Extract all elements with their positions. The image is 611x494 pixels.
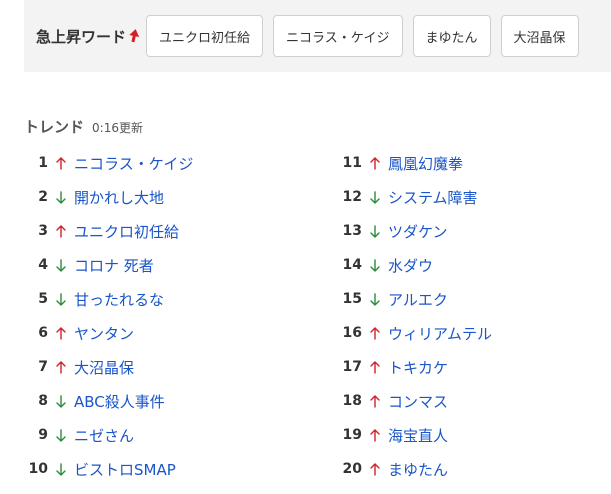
up-arrow-icon <box>362 360 388 374</box>
trend-list-item[interactable]: 3 ユニクロ初任給 <box>24 214 193 248</box>
trend-rank: 17 <box>342 359 362 375</box>
up-arrow-icon <box>362 428 388 442</box>
trend-rank: 19 <box>342 427 362 443</box>
trend-word-link[interactable]: 甘ったれるな <box>74 289 164 310</box>
trend-rank: 13 <box>342 223 362 239</box>
trend-word-link[interactable]: ヤンタン <box>74 323 134 344</box>
trend-rank: 16 <box>342 325 362 341</box>
down-arrow-icon <box>362 258 388 272</box>
trend-list-item[interactable]: 16 ウィリアムテル <box>338 316 492 350</box>
trend-list-item[interactable]: 10 ビストロSMAP <box>24 452 193 486</box>
trend-rank: 5 <box>38 291 48 307</box>
trend-list-right: 11 鳳凰幻魔拳 12 システム障害 13 ツダケン 14 水ダウ 15 アルエク 16 ウィリアムテ… <box>338 146 492 486</box>
trend-rank: 2 <box>38 189 48 205</box>
rising-words-label: 急上昇ワード <box>36 26 140 47</box>
trend-word-link[interactable]: ニコラス・ケイジ <box>74 153 193 174</box>
trend-word-link[interactable]: ウィリアムテル <box>388 323 492 344</box>
trend-rank: 14 <box>342 257 362 273</box>
trend-list-item[interactable]: 15 アルエク <box>338 282 492 316</box>
trend-list-item[interactable]: 18 コンマス <box>338 384 492 418</box>
down-arrow-icon <box>48 190 74 204</box>
down-arrow-icon <box>48 394 74 408</box>
trend-header: トレンド 0:16更新 <box>24 116 143 137</box>
trend-rank: 12 <box>342 189 362 205</box>
trend-list-item[interactable]: 6 ヤンタン <box>24 316 193 350</box>
rising-chip[interactable]: 大沼晶保 <box>500 15 579 57</box>
trend-word-link[interactable]: システム障害 <box>388 187 478 208</box>
trend-word-link[interactable]: コンマス <box>388 391 448 412</box>
trend-word-link[interactable]: 開かれし大地 <box>74 187 164 208</box>
trend-word-link[interactable]: コロナ 死者 <box>74 255 154 276</box>
trend-list-item[interactable]: 9 ニゼさん <box>24 418 193 452</box>
rising-words-chips: ユニクロ初任給 ニコラス・ケイジ まゆたん 大沼晶保 <box>146 15 589 57</box>
trend-rank: 10 <box>28 461 48 477</box>
trend-list-item[interactable]: 20 まゆたん <box>338 452 492 486</box>
trend-word-link[interactable]: アルエク <box>388 289 448 310</box>
trend-word-link[interactable]: 海宝直人 <box>388 425 448 446</box>
up-arrow-icon <box>362 394 388 408</box>
trend-rank: 18 <box>342 393 362 409</box>
up-arrow-icon <box>362 462 388 476</box>
trend-rank: 6 <box>38 325 48 341</box>
down-arrow-icon <box>48 462 74 476</box>
trend-rank: 11 <box>342 155 362 171</box>
trend-rank: 8 <box>38 393 48 409</box>
trend-list-left: 1 ニコラス・ケイジ 2 開かれし大地 3 ユニクロ初任給 4 コロナ 死者 5 甘ったれるな 6 ヤ… <box>24 146 194 486</box>
trend-rank: 3 <box>38 223 48 239</box>
trend-rank: 15 <box>342 291 362 307</box>
trend-rank: 7 <box>38 359 48 375</box>
trend-word-link[interactable]: まゆたん <box>388 459 448 480</box>
trend-list-item[interactable]: 2 開かれし大地 <box>24 180 193 214</box>
trend-word-link[interactable]: ユニクロ初任給 <box>74 221 179 242</box>
trend-list-item[interactable]: 5 甘ったれるな <box>24 282 193 316</box>
trend-title: トレンド <box>24 118 85 136</box>
up-arrow-icon <box>48 224 74 238</box>
trend-list-item[interactable]: 11 鳳凰幻魔拳 <box>338 146 492 180</box>
red-up-arrow-icon <box>128 28 140 46</box>
trend-word-link[interactable]: 水ダウ <box>388 255 433 276</box>
trend-list-item[interactable]: 19 海宝直人 <box>338 418 492 452</box>
rising-chip[interactable]: ユニクロ初任給 <box>146 15 264 57</box>
trend-updated-time: 0:16更新 <box>92 121 143 135</box>
up-arrow-icon <box>48 360 74 374</box>
trend-list-item[interactable]: 8 ABC殺人事件 <box>24 384 193 418</box>
trend-list-item[interactable]: 7 大沼晶保 <box>24 350 193 384</box>
trend-rank: 1 <box>38 155 48 171</box>
rising-chip[interactable]: ニコラス・ケイジ <box>273 15 403 57</box>
trend-word-link[interactable]: 鳳凰幻魔拳 <box>388 153 463 174</box>
trend-rank: 4 <box>38 257 48 273</box>
trend-word-link[interactable]: ツダケン <box>388 221 448 242</box>
down-arrow-icon <box>362 292 388 306</box>
down-arrow-icon <box>362 190 388 204</box>
down-arrow-icon <box>362 224 388 238</box>
trend-word-link[interactable]: 大沼晶保 <box>74 357 134 378</box>
trend-word-link[interactable]: ニゼさん <box>74 425 134 446</box>
down-arrow-icon <box>48 258 74 272</box>
up-arrow-icon <box>362 326 388 340</box>
trend-list-item[interactable]: 12 システム障害 <box>338 180 492 214</box>
down-arrow-icon <box>48 292 74 306</box>
down-arrow-icon <box>48 428 74 442</box>
rising-words-title: 急上昇ワード <box>36 28 127 46</box>
rising-chip[interactable]: まゆたん <box>412 15 491 57</box>
trend-list-item[interactable]: 14 水ダウ <box>338 248 492 282</box>
trend-rank: 9 <box>38 427 48 443</box>
up-arrow-icon <box>48 156 74 170</box>
trend-word-link[interactable]: ビストロSMAP <box>74 459 176 480</box>
up-arrow-icon <box>48 326 74 340</box>
trend-list-item[interactable]: 1 ニコラス・ケイジ <box>24 146 193 180</box>
trend-list-item[interactable]: 17 トキカケ <box>338 350 492 384</box>
trend-rank: 20 <box>342 461 362 477</box>
up-arrow-icon <box>362 156 388 170</box>
trend-list-item[interactable]: 13 ツダケン <box>338 214 492 248</box>
trend-word-link[interactable]: ABC殺人事件 <box>74 391 165 412</box>
trend-word-link[interactable]: トキカケ <box>388 357 448 378</box>
trend-list-item[interactable]: 4 コロナ 死者 <box>24 248 193 282</box>
